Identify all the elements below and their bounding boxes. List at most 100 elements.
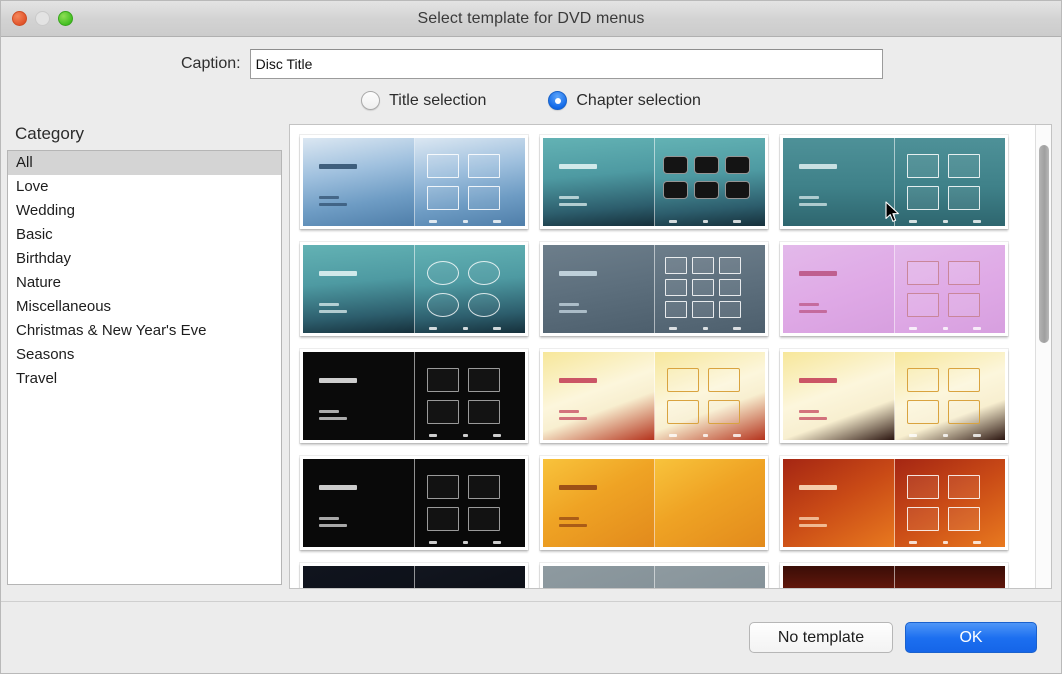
preview-nav-arrow [429, 541, 437, 544]
template-chapter-preview [414, 459, 525, 547]
preview-nav-arrow [429, 434, 437, 437]
template-title-preview [303, 245, 414, 333]
template-thumbnail[interactable] [540, 563, 768, 588]
preview-chapter-box [948, 368, 980, 392]
preview-chapter-box [694, 181, 719, 199]
category-item[interactable]: Wedding [8, 199, 281, 223]
category-item[interactable]: Birthday [8, 247, 281, 271]
template-thumbnail[interactable] [780, 456, 1008, 550]
ok-button[interactable]: OK [905, 622, 1037, 653]
radio-chapter-selection[interactable]: Chapter selection [548, 91, 701, 110]
template-chapter-preview [894, 245, 1005, 333]
minimize-button-icon[interactable] [35, 11, 50, 26]
template-chapter-preview [894, 566, 1005, 588]
template-thumbnail[interactable] [540, 242, 768, 336]
preview-menu-line [319, 196, 339, 199]
category-item[interactable]: Nature [8, 271, 281, 295]
template-thumbnail[interactable] [780, 135, 1008, 229]
template-thumbnail[interactable] [300, 563, 528, 588]
category-item[interactable]: Seasons [8, 343, 281, 367]
preview-chapter-box [725, 181, 750, 199]
preview-nav-arrow [909, 434, 917, 437]
category-list[interactable]: AllLoveWeddingBasicBirthdayNatureMiscell… [7, 150, 282, 585]
template-chapter-preview [414, 245, 525, 333]
category-header: Category [7, 124, 282, 150]
template-browser [289, 124, 1052, 589]
template-thumbnail[interactable] [540, 349, 768, 443]
category-column: Category AllLoveWeddingBasicBirthdayNatu… [1, 124, 282, 594]
preview-chapter-box [907, 507, 939, 531]
preview-nav-arrow [973, 541, 981, 544]
preview-nav-home [703, 327, 708, 330]
preview-disc-title-text [319, 485, 357, 490]
preview-disc-title-text [799, 378, 837, 383]
window-titlebar: Select template for DVD menus [1, 1, 1061, 37]
category-item[interactable]: Basic [8, 223, 281, 247]
preview-nav-arrow [733, 327, 741, 330]
template-thumbnail[interactable] [300, 242, 528, 336]
preview-nav-arrow [973, 327, 981, 330]
template-scroll-area[interactable] [290, 125, 1035, 588]
preview-menu-line [799, 303, 819, 306]
caption-input[interactable] [250, 49, 883, 79]
template-title-preview [303, 459, 414, 547]
preview-nav-arrow [429, 327, 437, 330]
template-thumbnail[interactable] [780, 349, 1008, 443]
preview-menu-line [799, 196, 819, 199]
template-title-preview [543, 352, 654, 440]
zoom-button-icon[interactable] [58, 11, 73, 26]
template-title-preview [303, 566, 414, 588]
template-thumbnail[interactable] [300, 349, 528, 443]
category-item[interactable]: All [8, 151, 281, 175]
preview-menu-line [559, 303, 579, 306]
template-title-preview [543, 459, 654, 547]
preview-chapter-box [907, 261, 939, 285]
category-item[interactable]: Miscellaneous [8, 295, 281, 319]
preview-chapter-box [427, 186, 459, 210]
dialog-body: Category AllLoveWeddingBasicBirthdayNatu… [1, 124, 1061, 594]
template-chapter-preview [414, 138, 525, 226]
scrollbar-thumb[interactable] [1039, 145, 1049, 343]
radio-title-selection[interactable]: Title selection [361, 91, 486, 110]
template-grid [300, 135, 1029, 588]
template-chapter-preview [894, 459, 1005, 547]
caption-row: Caption: [1, 49, 1061, 79]
dialog-window: Select template for DVD menus Caption: T… [0, 0, 1062, 674]
preview-chapter-box [468, 507, 500, 531]
preview-chapter-box [948, 261, 980, 285]
preview-disc-title-text [559, 485, 597, 490]
template-chapter-preview [894, 138, 1005, 226]
window-title: Select template for DVD menus [1, 10, 1061, 28]
preview-nav-home [703, 220, 708, 223]
template-thumbnail[interactable] [540, 456, 768, 550]
template-thumbnail[interactable] [780, 563, 1008, 588]
no-template-button[interactable]: No template [749, 622, 893, 653]
category-item[interactable]: Christmas & New Year's Eve [8, 319, 281, 343]
preview-nav-home [943, 327, 948, 330]
template-title-preview [783, 138, 894, 226]
preview-chapter-box [427, 368, 459, 392]
category-item[interactable]: Love [8, 175, 281, 199]
preview-chapter-box [667, 400, 699, 424]
preview-nav-arrow [973, 434, 981, 437]
preview-menu-line [319, 203, 347, 206]
preview-nav-home [463, 220, 468, 223]
category-item[interactable]: Travel [8, 367, 281, 391]
template-thumbnail[interactable] [300, 135, 528, 229]
preview-chapter-box [665, 279, 687, 296]
preview-chapter-box [663, 181, 688, 199]
template-vertical-scrollbar[interactable] [1035, 125, 1051, 588]
template-thumbnail[interactable] [780, 242, 1008, 336]
template-thumbnail[interactable] [300, 456, 528, 550]
template-title-preview [783, 459, 894, 547]
template-thumbnail[interactable] [540, 135, 768, 229]
template-chapter-preview [654, 352, 765, 440]
preview-menu-line [559, 517, 579, 520]
preview-menu-line [319, 417, 347, 420]
preview-menu-line [319, 310, 347, 313]
preview-chapter-box [427, 475, 459, 499]
preview-menu-line [559, 310, 587, 313]
preview-menu-line [319, 524, 347, 527]
close-button-icon[interactable] [12, 11, 27, 26]
preview-chapter-box [692, 257, 714, 274]
